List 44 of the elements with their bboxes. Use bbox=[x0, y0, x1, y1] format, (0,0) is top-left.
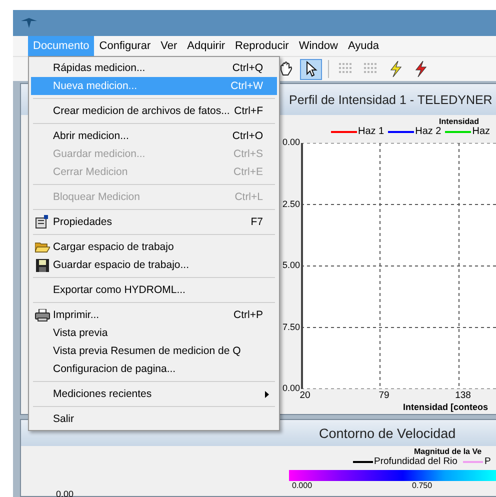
x-axis-tick-label: 20 bbox=[300, 390, 310, 401]
legend-label: Profundidad del Rio bbox=[374, 456, 458, 467]
y-axis-tick-label: 0.00 bbox=[282, 137, 300, 147]
menu-bar-item[interactable]: Reproducir bbox=[230, 36, 294, 56]
menu-item[interactable]: Vista previa Resumen de medicion de Q bbox=[31, 342, 277, 360]
app-logo-icon bbox=[21, 18, 37, 28]
y-axis-tick-label: 5.00 bbox=[282, 260, 300, 270]
menu-item[interactable]: Rápidas medicion... Ctrl+Q bbox=[31, 59, 277, 77]
x-axis-tick-label: 138 bbox=[455, 390, 471, 401]
axis-tick-label: 0.00 bbox=[56, 489, 74, 497]
legend-label: Haz 1 bbox=[358, 126, 384, 137]
y-axis-tick-label: 2.50 bbox=[282, 198, 300, 208]
printer-icon bbox=[34, 308, 50, 322]
menu-item[interactable]: Cargar espacio de trabajo bbox=[31, 238, 277, 256]
menu-item[interactable]: Imprimir... Ctrl+P bbox=[31, 306, 277, 324]
y-axis-tick-label: 0.00 bbox=[282, 383, 300, 393]
menu-item[interactable]: Abrir medicion... Ctrl+O bbox=[31, 127, 277, 145]
menu-item[interactable]: Mediciones recientes bbox=[31, 385, 277, 403]
menu-bar-item[interactable]: Ver bbox=[156, 36, 182, 56]
menu-item[interactable]: Vista previa bbox=[31, 324, 277, 342]
x-axis-label: Intensidad [conteos bbox=[402, 402, 490, 412]
folder-icon bbox=[34, 241, 50, 253]
properties-icon bbox=[35, 215, 49, 229]
y-axis-tick-label: 7.50 bbox=[282, 322, 300, 332]
menu-item[interactable]: Configuracion de pagina... bbox=[31, 360, 277, 378]
color-scale-label: 0.750 bbox=[412, 481, 432, 490]
grid-icon bbox=[364, 63, 378, 75]
menu-bar-item[interactable]: Window bbox=[294, 36, 343, 56]
menu-bar-item[interactable]: Adquirir bbox=[182, 36, 230, 56]
legend-label: P bbox=[484, 456, 491, 467]
chart-title: Intensidad bbox=[438, 117, 480, 126]
menu-item[interactable]: Guardar espacio de trabajo... bbox=[31, 256, 277, 274]
color-scale-label: 0.000 bbox=[292, 481, 312, 490]
menu-item[interactable]: Propiedades F7 bbox=[31, 213, 277, 231]
pointer-tool-button[interactable] bbox=[300, 58, 322, 80]
legend-label: Haz bbox=[472, 126, 490, 137]
x-axis-tick-label: 79 bbox=[378, 390, 390, 401]
legend-title: Magnitud de la Ve bbox=[413, 447, 483, 456]
legend-label: Haz 2 bbox=[415, 126, 442, 137]
submenu-arrow-icon bbox=[265, 390, 269, 398]
grid-icon bbox=[339, 63, 353, 75]
menu-bar-item[interactable]: Ayuda bbox=[342, 36, 384, 56]
menu-item[interactable]: Exportar como HYDROML... bbox=[31, 281, 277, 299]
menu-bar-item[interactable]: Configurar bbox=[94, 36, 156, 56]
